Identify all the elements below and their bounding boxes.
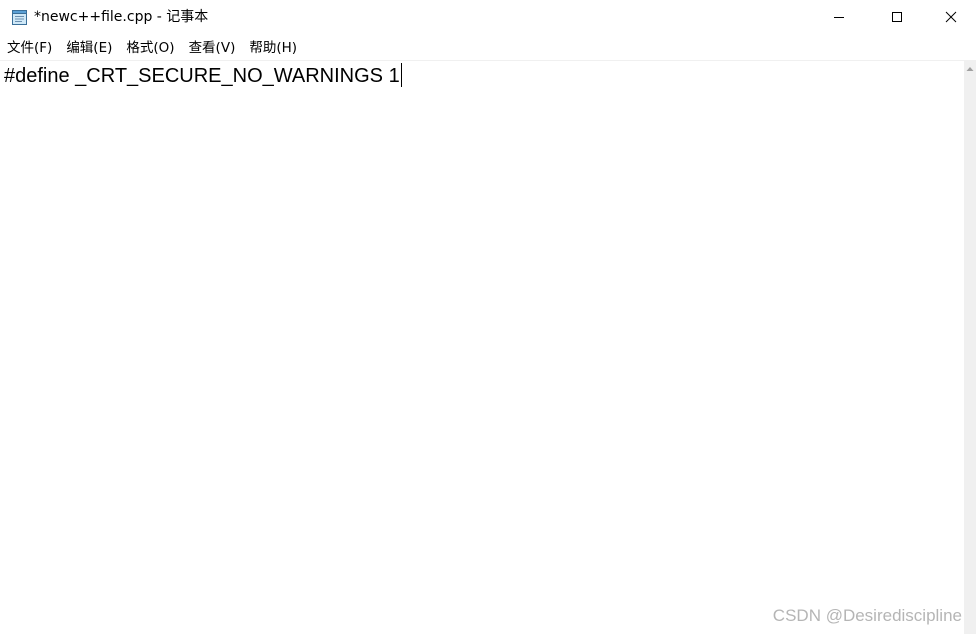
menu-bar: 文件(F) 编辑(E) 格式(O) 查看(V) 帮助(H)	[0, 36, 976, 60]
menu-format[interactable]: 格式(O)	[119, 37, 181, 59]
maximize-button[interactable]	[868, 0, 926, 34]
scroll-up-button[interactable]	[964, 63, 976, 75]
menu-file[interactable]: 文件(F)	[0, 37, 59, 59]
minimize-button[interactable]	[810, 0, 868, 34]
close-icon	[945, 11, 957, 23]
vertical-scrollbar[interactable]	[964, 61, 976, 634]
notepad-icon	[10, 8, 30, 26]
text-editor[interactable]: #define _CRT_SECURE_NO_WARNINGS 1	[0, 61, 964, 634]
text-caret	[400, 63, 402, 87]
menu-view[interactable]: 查看(V)	[182, 37, 243, 59]
notepad-window: *newc++file.cpp - 记事本 文件(F) 编辑(E) 格式(O) …	[0, 0, 976, 634]
menu-edit[interactable]: 编辑(E)	[59, 37, 119, 59]
editor-line-text: #define _CRT_SECURE_NO_WARNINGS 1	[4, 65, 400, 87]
editor-line: #define _CRT_SECURE_NO_WARNINGS 1	[4, 63, 402, 89]
close-button[interactable]	[926, 0, 976, 34]
watermark: CSDN @Desirediscipline	[772, 606, 962, 625]
menu-help[interactable]: 帮助(H)	[242, 37, 304, 59]
maximize-icon	[892, 12, 902, 22]
title-bar: *newc++file.cpp - 记事本	[0, 0, 976, 34]
window-title: *newc++file.cpp - 记事本	[34, 9, 209, 25]
chevron-up-icon	[966, 67, 974, 71]
minimize-icon	[834, 17, 844, 18]
